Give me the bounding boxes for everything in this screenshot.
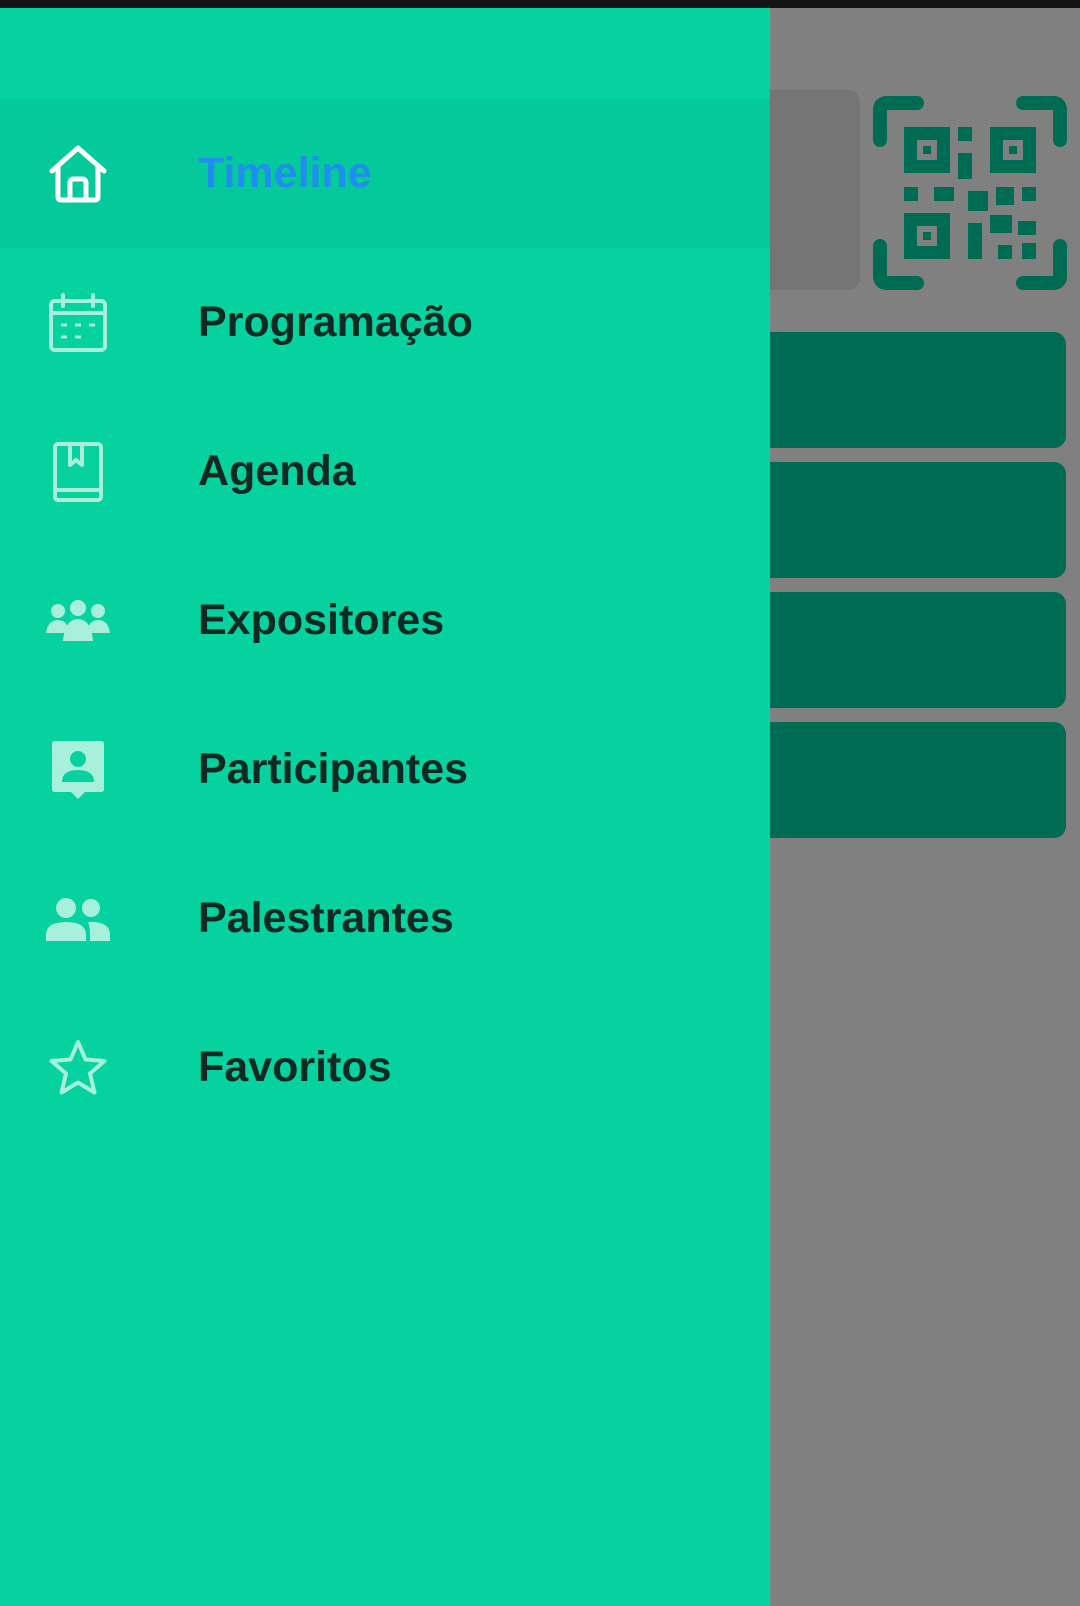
status-bar [0,0,1080,8]
drawer-item-expositores[interactable]: Expositores [0,546,770,695]
star-icon [46,1036,110,1100]
drawer-item-palestrantes[interactable]: Palestrantes [0,844,770,993]
drawer-menu: Timeline Programação Agenda Expositores … [0,99,770,1142]
background-card [740,722,1066,838]
background-card [740,332,1066,448]
background-card [740,462,1066,578]
drawer-item-favoritos[interactable]: Favoritos [0,993,770,1142]
drawer-item-participantes[interactable]: Participantes [0,695,770,844]
drawer-item-label: Agenda [198,447,356,495]
drawer-item-timeline[interactable]: Timeline [0,99,770,248]
drawer-item-label: Participantes [198,745,469,793]
qr-code-icon[interactable] [872,95,1068,291]
navigation-drawer: Timeline Programação Agenda Expositores … [0,8,770,1606]
contact-badge-icon [46,738,110,802]
background-card [740,592,1066,708]
people-icon [46,887,110,951]
drawer-item-label: Favoritos [198,1043,392,1091]
group-icon [46,589,110,653]
home-icon [46,142,110,206]
drawer-item-label: Palestrantes [198,894,454,942]
drawer-item-programacao[interactable]: Programação [0,248,770,397]
calendar-icon [46,291,110,355]
drawer-item-agenda[interactable]: Agenda [0,397,770,546]
drawer-item-label: Expositores [198,596,445,644]
book-icon [46,440,110,504]
drawer-item-label: Programação [198,298,473,346]
drawer-item-label: Timeline [198,149,372,197]
